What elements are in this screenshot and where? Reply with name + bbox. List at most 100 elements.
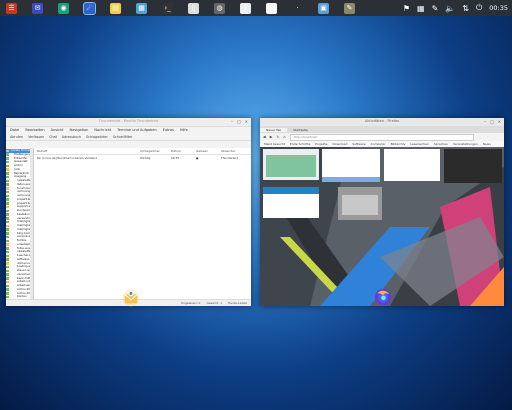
- column-header-cell[interactable]: Absender: [218, 149, 251, 153]
- bookmark-item[interactable]: Meist besucht: [264, 142, 285, 146]
- column-header-cell[interactable]: Schlagwörter: [137, 149, 168, 153]
- gimp-icon[interactable]: ✎: [344, 2, 355, 14]
- close-icon[interactable]: ×: [245, 119, 248, 124]
- browser-window[interactable]: Aktivitäten - Firefox – □ × Neuer Tab Sta…: [260, 118, 504, 306]
- folder-icon: [6, 149, 9, 153]
- window-titlebar[interactable]: Aktivitäten - Firefox – □ ×: [260, 118, 504, 126]
- bookmark-item[interactable]: Lesezeichen: [410, 142, 428, 146]
- toolbar-button[interactable]: Chat: [49, 135, 57, 139]
- column-header-cell[interactable]: Gelesen: [193, 149, 218, 153]
- nav-bar: ◀ ▶ ↻ ⌂ http://localhost/: [260, 133, 504, 141]
- folder-icon: [6, 202, 9, 205]
- firefox-dock-icon[interactable]: [374, 288, 392, 306]
- bookmark-item[interactable]: Download: [333, 142, 348, 146]
- browser-tab[interactable]: Neuer Tab: [260, 127, 288, 132]
- folder-icon: [6, 172, 9, 175]
- menu-item[interactable]: Ansicht: [51, 128, 64, 132]
- folder-icon: [6, 175, 9, 179]
- mail-client-window[interactable]: Thunderbird - Mozilla Thunderbird – □ × …: [6, 118, 251, 306]
- bookmark-item[interactable]: Bildarchiv: [391, 142, 406, 146]
- top-panel: ☰ ✉ ◉ ☄ ▤ ▦ ›_ ▯ ◍ T ▯ · ▣ ✎ ⚑ ▦ ✎ 🔈 ⇅ ⏻ 00:35: [0, 0, 512, 16]
- firefox-app-icon[interactable]: ☄: [83, 1, 96, 15]
- record-icon[interactable]: ◍: [214, 2, 225, 14]
- network-icon[interactable]: ⇅: [462, 4, 469, 13]
- menu-item[interactable]: Datei: [10, 128, 19, 132]
- reload-icon[interactable]: ↻: [276, 135, 279, 139]
- window-titlebar[interactable]: Thunderbird - Mozilla Thunderbird – □ ×: [6, 118, 251, 127]
- bookmark-item[interactable]: Computer: [371, 142, 386, 146]
- file-manager-icon[interactable]: ▦: [136, 2, 147, 14]
- menu-icon[interactable]: ☰: [6, 2, 17, 14]
- menu-item[interactable]: Extras: [163, 128, 174, 132]
- document-icon[interactable]: ▯: [188, 2, 199, 14]
- message-row[interactable]: Re: [Linux-de] Rundmail unserem Vorstand…: [34, 155, 251, 160]
- thunderbird-dock-icon[interactable]: [122, 289, 140, 307]
- toolbar-button[interactable]: Abrufen: [10, 135, 23, 139]
- folder-icon: [6, 217, 9, 220]
- menu-item[interactable]: Bearbeiten: [25, 128, 44, 132]
- minimize-icon[interactable]: –: [231, 119, 233, 124]
- workspace-dot-icon[interactable]: ·: [292, 2, 303, 14]
- folder-icon: [6, 168, 9, 171]
- folder-icon: [6, 190, 9, 194]
- bookmark-item[interactable]: Software: [352, 142, 365, 146]
- today-pane-toggle[interactable]: Heute-Leiste: [228, 301, 247, 305]
- folder-icon: [6, 258, 9, 261]
- folder-icon: [6, 273, 9, 276]
- folder-icon: [6, 232, 9, 235]
- folder-icon: [6, 265, 9, 269]
- power-icon[interactable]: ⏻: [476, 3, 482, 13]
- bookmark-item[interactable]: News: [483, 142, 491, 146]
- notes-app-icon[interactable]: ▤: [110, 2, 121, 14]
- browser-app-icon[interactable]: ◉: [58, 2, 69, 14]
- menu-item[interactable]: Hilfe: [180, 128, 188, 132]
- folder-icon: [6, 220, 9, 224]
- bookmark-item[interactable]: Erste Schritte: [290, 142, 310, 146]
- scrollbar[interactable]: [30, 148, 33, 300]
- column-header-cell[interactable]: Datum: [168, 149, 193, 153]
- forward-icon[interactable]: ▶: [270, 135, 273, 139]
- menu-item[interactable]: Termine und Aufgaben: [117, 128, 157, 132]
- maximize-icon[interactable]: □: [490, 119, 494, 124]
- minimize-icon[interactable]: –: [484, 119, 486, 124]
- menu-item[interactable]: Nachricht: [94, 128, 111, 132]
- clock[interactable]: 00:35: [489, 4, 508, 12]
- text-editor-icon[interactable]: T: [240, 2, 251, 14]
- folder-icon: [6, 153, 9, 156]
- close-icon[interactable]: ×: [498, 119, 501, 124]
- folder-icon: [6, 288, 9, 291]
- toolbar-button[interactable]: Verfassen: [28, 135, 44, 139]
- message-list[interactable]: Betreff Schlagwörter Datum Gelesen Absender …: [34, 148, 251, 300]
- folder-icon: [6, 239, 9, 243]
- bookmark-item[interactable]: Sprachen: [434, 142, 448, 146]
- blank-document-icon[interactable]: ▯: [266, 2, 277, 14]
- maximize-icon[interactable]: □: [237, 119, 241, 124]
- apps-grid-icon[interactable]: ▦: [417, 4, 425, 13]
- folder-tree[interactable]: Lokale Ordner Posteingang Entwürfe Gesendet…: [6, 148, 34, 300]
- mail-app-icon[interactable]: ✉: [32, 2, 43, 14]
- picture-viewer-icon[interactable]: ▣: [318, 2, 329, 14]
- folder-icon: [6, 157, 9, 160]
- toolbar-button[interactable]: Adressbuch: [62, 135, 81, 139]
- url-bar[interactable]: http://localhost/: [289, 133, 474, 141]
- bookmark-item[interactable]: Projekte: [315, 142, 327, 146]
- system-tray: ⚑ ▦ ✎ 🔈 ⇅ ⏻ 00:35: [403, 0, 508, 16]
- home-icon[interactable]: ⌂: [283, 135, 285, 139]
- message-sender: Thunderbird: [221, 155, 239, 160]
- menu-item[interactable]: Navigation: [70, 128, 89, 132]
- browser-tab[interactable]: Startseite: [287, 128, 314, 132]
- terminal-icon[interactable]: ›_: [162, 2, 173, 14]
- toolbar-button[interactable]: Schnellfilter: [113, 135, 133, 139]
- notification-icon[interactable]: ⚑: [403, 4, 410, 13]
- folder-icon: [6, 164, 9, 168]
- settings-icon[interactable]: ✎: [432, 4, 439, 13]
- bookmark-item[interactable]: Veranstaltungen: [453, 142, 478, 146]
- folder-icon: [6, 187, 9, 190]
- back-icon[interactable]: ◀: [263, 135, 266, 139]
- volume-icon[interactable]: 🔈: [445, 4, 455, 13]
- toolbar-button[interactable]: Schlagwörter: [86, 135, 108, 139]
- column-header-cell[interactable]: Betreff: [34, 149, 137, 153]
- message-tags: Wichtig: [140, 155, 151, 160]
- window-title: Aktivitäten - Firefox: [364, 119, 400, 123]
- folder-icon: [6, 205, 9, 209]
